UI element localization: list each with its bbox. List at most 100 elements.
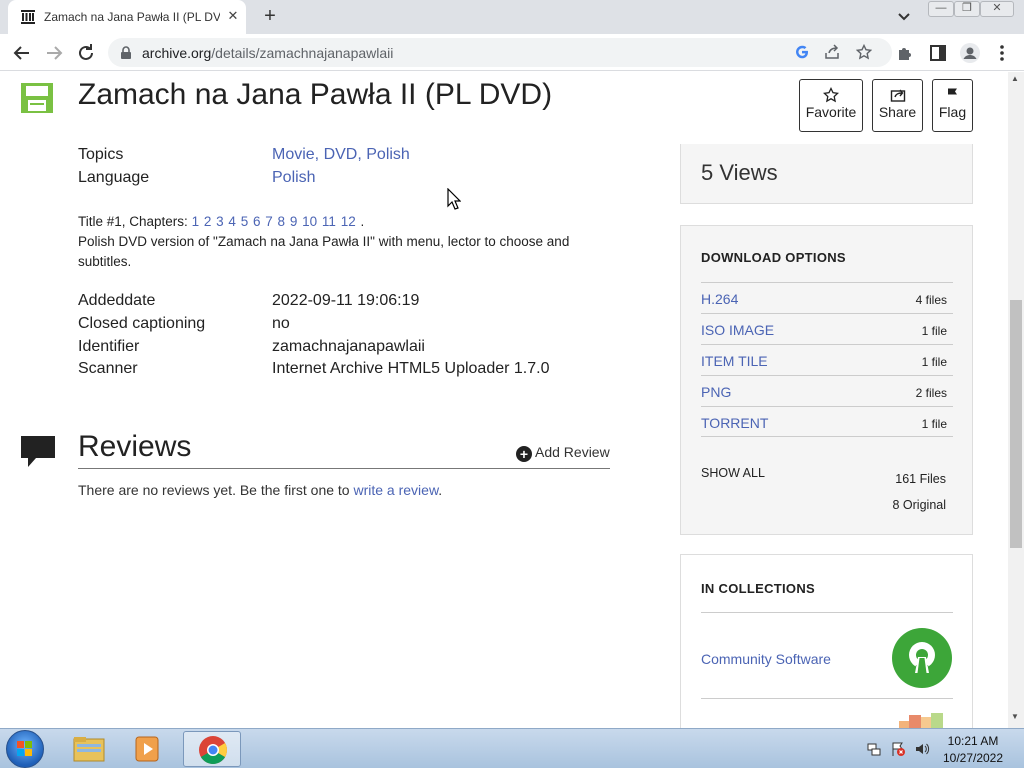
language-link[interactable]: Polish xyxy=(272,169,316,187)
share-page-icon[interactable] xyxy=(824,44,840,60)
page-scrollbar[interactable]: ▲ ▼ xyxy=(1008,72,1024,728)
scroll-up-arrow-icon[interactable]: ▲ xyxy=(1011,74,1019,83)
google-icon[interactable] xyxy=(794,44,810,60)
views-count: 5 Views xyxy=(701,160,778,185)
forward-arrow-icon[interactable] xyxy=(42,41,66,65)
windows-logo-icon xyxy=(17,741,32,756)
share-button[interactable]: Share xyxy=(872,79,923,132)
action-center-flag-icon[interactable] xyxy=(890,741,906,757)
speech-bubble-icon xyxy=(21,436,55,467)
reviews-heading: Reviews xyxy=(78,430,192,463)
lock-icon[interactable] xyxy=(120,46,132,60)
favorite-label: Favorite xyxy=(805,104,857,120)
flag-label: Flag xyxy=(938,104,967,120)
tab-title: Zamach na Jana Pawła II (PL DVD xyxy=(44,10,220,24)
chapter-link[interactable]: 2 xyxy=(204,214,212,229)
extensions-puzzle-icon[interactable] xyxy=(894,41,918,65)
metadata-key: Scanner xyxy=(78,360,138,377)
metadata-value: 2022-09-11 19:06:19 xyxy=(272,292,420,309)
new-tab-button[interactable]: + xyxy=(258,5,282,29)
metadata-key: Identifier xyxy=(78,338,140,355)
taskbar-media-player[interactable] xyxy=(120,731,178,767)
chapters-suffix: . xyxy=(360,214,365,229)
collection-thumbnail-icon xyxy=(899,713,943,728)
network-tray-icon[interactable] xyxy=(866,741,882,757)
chapter-link[interactable]: 11 xyxy=(322,214,336,229)
address-bar[interactable]: archive.org/details/zamachnajanapawlaii xyxy=(108,38,892,67)
chapter-link[interactable]: 12 xyxy=(341,214,356,229)
plus-circle-icon: + xyxy=(516,446,532,462)
chapter-link[interactable]: 9 xyxy=(290,214,298,229)
collection-link[interactable]: Community Software xyxy=(701,651,831,667)
tab-search-icon[interactable] xyxy=(894,8,914,26)
media-player-icon xyxy=(135,736,159,762)
no-reviews-message: There are no reviews yet. Be the first o… xyxy=(78,482,350,498)
download-format-link[interactable]: TORRENT xyxy=(701,415,768,431)
chapter-link[interactable]: 8 xyxy=(278,214,286,229)
flag-icon xyxy=(947,88,957,102)
chapter-link[interactable]: 5 xyxy=(241,214,249,229)
download-file-count: 1 file xyxy=(921,355,947,369)
download-file-count: 1 file xyxy=(921,417,947,431)
chapter-link[interactable]: 6 xyxy=(253,214,261,229)
chapter-link[interactable]: 1 xyxy=(192,214,200,229)
bookmark-star-icon[interactable] xyxy=(856,44,872,60)
volume-icon[interactable] xyxy=(914,741,930,757)
tab-strip: Zamach na Jana Pawła II (PL DVD ✕ + — ❐ … xyxy=(0,0,1024,34)
chapters-prefix: Title #1, Chapters: xyxy=(78,214,188,229)
write-review-link[interactable]: write a review xyxy=(353,482,438,498)
download-format-link[interactable]: ISO IMAGE xyxy=(701,322,774,338)
minimize-button[interactable]: — xyxy=(928,1,954,17)
clock-date[interactable]: 10/27/2022 xyxy=(942,751,1004,765)
open-source-logo-icon[interactable] xyxy=(891,627,953,689)
back-arrow-icon[interactable] xyxy=(10,41,34,65)
taskbar-chrome[interactable] xyxy=(183,731,241,767)
scrollbar-thumb[interactable] xyxy=(1010,300,1022,548)
chapter-link[interactable]: 10 xyxy=(302,214,317,229)
add-review-button[interactable]: + Add Review xyxy=(516,444,610,462)
favorite-button[interactable]: Favorite xyxy=(799,79,863,132)
profile-avatar-icon[interactable] xyxy=(958,41,982,65)
scroll-down-arrow-icon[interactable]: ▼ xyxy=(1011,712,1019,721)
reviews-divider xyxy=(78,468,610,469)
language-label: Language xyxy=(78,169,150,186)
share-icon xyxy=(890,89,905,102)
topics-link[interactable]: Movie, DVD, Polish xyxy=(272,146,410,164)
chapters-line: Title #1, Chapters: 1 2 3 4 5 6 7 8 9 10… xyxy=(78,212,618,232)
download-format-link[interactable]: ITEM TILE xyxy=(701,353,768,369)
star-icon xyxy=(823,87,839,103)
chapter-link[interactable]: 7 xyxy=(265,214,273,229)
chapter-link[interactable]: 4 xyxy=(228,214,236,229)
side-panel-icon[interactable] xyxy=(926,41,950,65)
mouse-cursor-icon xyxy=(447,188,461,210)
maximize-button[interactable]: ❐ xyxy=(954,1,980,17)
start-button[interactable] xyxy=(6,730,44,768)
metadata-value: no xyxy=(272,315,290,332)
no-reviews-suffix: . xyxy=(438,482,443,498)
url-text: archive.org/details/zamachnajanapawlaii xyxy=(142,45,393,61)
topics-label: Topics xyxy=(78,146,124,163)
total-files-count: 161 Files xyxy=(895,472,946,486)
browser-toolbar: archive.org/details/zamachnajanapawlaii xyxy=(0,34,1024,71)
tab-close-icon[interactable]: ✕ xyxy=(224,7,242,25)
chapter-link[interactable]: 3 xyxy=(216,214,224,229)
show-all-link[interactable]: SHOW ALL xyxy=(701,466,765,480)
browser-tab[interactable]: Zamach na Jana Pawła II (PL DVD ✕ xyxy=(8,0,246,34)
clock-time[interactable]: 10:21 AM xyxy=(942,734,1004,748)
chrome-icon xyxy=(199,736,227,764)
download-row: H.264 4 files xyxy=(701,282,953,313)
download-format-link[interactable]: H.264 xyxy=(701,291,738,307)
browser-menu-icon[interactable] xyxy=(990,41,1014,65)
download-row: PNG 2 files xyxy=(701,375,953,406)
metadata-key: Closed captioning xyxy=(78,315,206,332)
taskbar-explorer[interactable] xyxy=(60,731,118,767)
download-format-link[interactable]: PNG xyxy=(701,384,731,400)
flag-button[interactable]: Flag xyxy=(932,79,973,132)
download-file-count: 2 files xyxy=(915,386,947,400)
url-path: /details/zamachnajanapawlaii xyxy=(211,45,394,61)
reload-icon[interactable] xyxy=(74,41,98,65)
original-files-count: 8 Original xyxy=(892,498,947,512)
download-options-heading: DOWNLOAD OPTIONS xyxy=(701,250,846,265)
collections-heading: IN COLLECTIONS xyxy=(701,581,815,596)
close-window-button[interactable]: ✕ xyxy=(980,1,1014,17)
